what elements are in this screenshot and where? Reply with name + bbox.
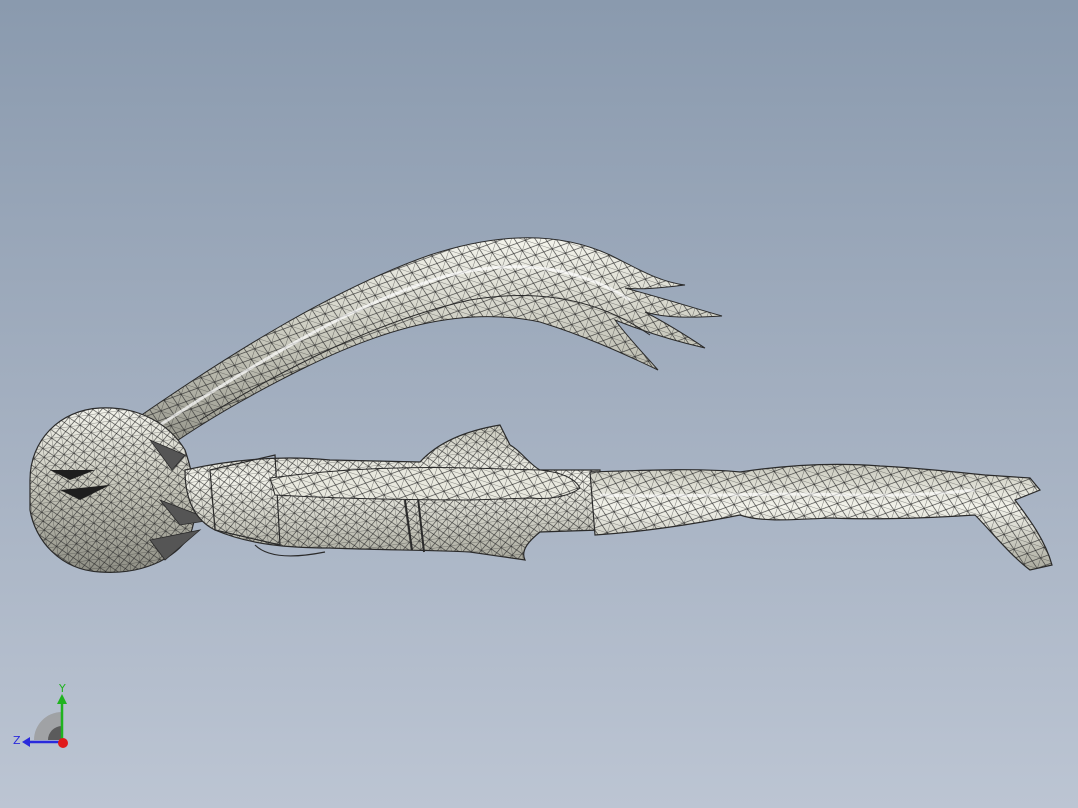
legs [589, 463, 1053, 571]
x-axis-point-icon [58, 738, 68, 748]
y-axis-arrow-icon [57, 694, 67, 704]
y-axis-label: Y [58, 684, 66, 695]
z-axis-label: Z [13, 734, 21, 747]
3d-model-view[interactable] [0, 0, 1078, 808]
arm [269, 467, 581, 501]
graphics-viewport[interactable]: Y Z [0, 0, 1078, 808]
orientation-triad[interactable]: Y Z [10, 684, 74, 754]
hair-strands [119, 237, 723, 461]
z-axis-arrow-icon [22, 737, 30, 747]
